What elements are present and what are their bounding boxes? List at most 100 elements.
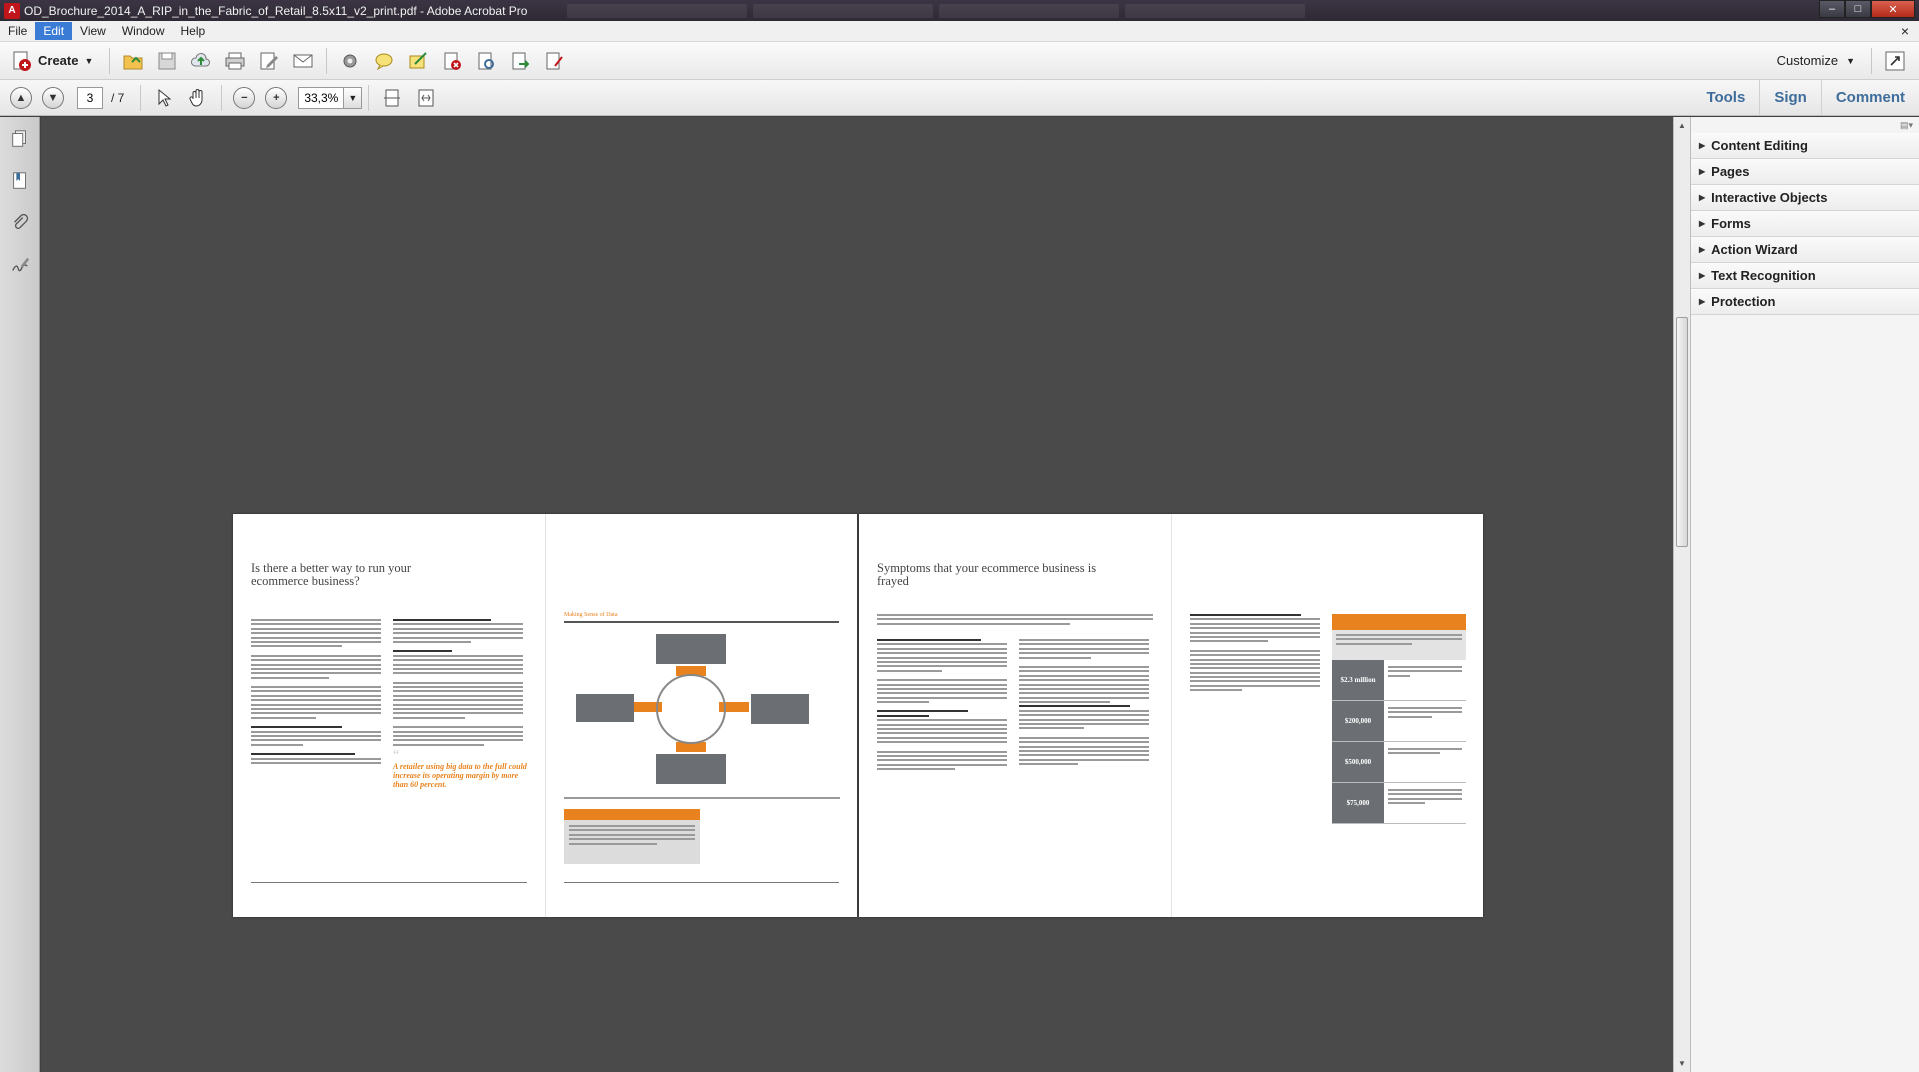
menu-file[interactable]: File — [0, 22, 35, 40]
tab-sign[interactable]: Sign — [1759, 80, 1821, 115]
stamp-icon[interactable] — [542, 49, 566, 73]
create-label: Create — [38, 53, 79, 68]
panel-protection[interactable]: ▶ Protection — [1691, 289, 1919, 315]
table-value: $200,000 — [1332, 701, 1384, 741]
diagram-rule — [564, 621, 839, 623]
scroll-up-arrow-icon[interactable]: ▲ — [1674, 117, 1690, 134]
hand-tool-icon[interactable] — [186, 86, 210, 110]
create-button[interactable]: Create ▼ — [10, 49, 93, 73]
panel-action-wizard[interactable]: ▶ Action Wizard — [1691, 237, 1919, 263]
maximize-button[interactable]: □ — [1845, 0, 1871, 18]
text-column — [1019, 639, 1149, 768]
open-folder-icon[interactable] — [121, 49, 145, 73]
diagram-box — [576, 694, 634, 722]
next-page-button[interactable]: ▼ — [42, 86, 64, 109]
triangle-right-icon: ▶ — [1699, 245, 1706, 254]
table-row: $200,000 — [1332, 701, 1466, 742]
close-window-button[interactable]: ✕ — [1871, 0, 1915, 18]
zoom-level-input[interactable] — [298, 86, 345, 109]
menu-edit[interactable]: Edit — [35, 22, 73, 40]
expand-view-icon[interactable] — [1883, 49, 1907, 73]
table-value: $75,000 — [1332, 783, 1384, 823]
panel-content-editing[interactable]: ▶ Content Editing — [1691, 133, 1919, 159]
menu-help[interactable]: Help — [173, 22, 214, 40]
chevron-down-icon: ▼ — [1846, 55, 1855, 66]
ghost-tab — [567, 3, 748, 18]
page-total: / 7 — [111, 90, 125, 105]
create-pdf-icon — [13, 51, 31, 71]
save-icon[interactable] — [155, 49, 179, 73]
zoom-in-button[interactable]: + — [265, 86, 288, 109]
previous-page-button[interactable]: ▲ — [10, 86, 32, 109]
toolbar-separator — [221, 84, 223, 111]
triangle-right-icon: ▶ — [1699, 271, 1706, 280]
minimize-button[interactable]: – — [1819, 0, 1845, 18]
tab-tools[interactable]: Tools — [1692, 80, 1759, 115]
panel-forms[interactable]: ▶ Forms — [1691, 211, 1919, 237]
cloud-upload-icon[interactable] — [189, 49, 213, 73]
zoom-out-button[interactable]: − — [233, 86, 256, 109]
email-icon[interactable] — [291, 49, 315, 73]
export-icon[interactable] — [508, 49, 532, 73]
main-toolbar: Create ▼ Customize ▼ — [0, 42, 1919, 80]
arrow-down-icon: ▼ — [47, 91, 59, 104]
menu-bar: File Edit View Window Help × — [0, 21, 1919, 42]
select-arrow-icon[interactable] — [152, 86, 176, 110]
footnote-rule — [564, 882, 839, 883]
panel-pages[interactable]: ▶ Pages — [1691, 159, 1919, 185]
zoom-dropdown-button[interactable]: ▼ — [344, 86, 363, 109]
close-document-button[interactable]: × — [1901, 23, 1909, 39]
comment-icon[interactable] — [372, 49, 396, 73]
scroll-down-arrow-icon[interactable]: ▼ — [1674, 1055, 1690, 1072]
panel-item-label: Interactive Objects — [1711, 190, 1828, 205]
panel-text-recognition[interactable]: ▶ Text Recognition — [1691, 263, 1919, 289]
table-header — [1332, 614, 1466, 630]
acrobat-app-icon: A — [4, 2, 20, 19]
figure-caption — [564, 797, 840, 799]
menu-view[interactable]: View — [72, 22, 114, 40]
toolbar-separator — [109, 47, 111, 74]
scan-icon[interactable] — [474, 49, 498, 73]
page-number-input[interactable] — [77, 86, 103, 109]
chevron-down-icon: ▼ — [348, 92, 358, 103]
delete-page-icon[interactable] — [440, 49, 464, 73]
table-row: $2.3 million — [1332, 660, 1466, 701]
intro-paragraph — [877, 614, 1153, 627]
gear-icon[interactable] — [338, 49, 362, 73]
tools-panel: ▤▾ ▶ Content Editing ▶ Pages ▶ Interactive … — [1690, 117, 1919, 1072]
taskbar-ghost-area — [527, 0, 1819, 21]
customize-dropdown[interactable]: Customize ▼ — [1777, 53, 1855, 68]
panel-options-icon[interactable]: ▤▾ — [1691, 117, 1919, 133]
sign-icon[interactable] — [406, 49, 430, 73]
print-icon[interactable] — [223, 49, 247, 73]
panel-item-label: Pages — [1711, 164, 1750, 179]
chevron-down-icon: ▼ — [84, 55, 94, 66]
page-spread-1: Is there a better way to run your ecomme… — [233, 514, 857, 917]
table-row: $500,000 — [1332, 742, 1466, 783]
page-thumbnails-icon[interactable] — [8, 127, 32, 151]
navigation-toolbar: ▲ ▼ / 7 − + ▼ Tools Sign Comment — [0, 80, 1919, 116]
menu-window[interactable]: Window — [114, 22, 173, 40]
document-view[interactable]: Is there a better way to run your ecomme… — [41, 117, 1673, 1072]
customize-label: Customize — [1776, 53, 1839, 68]
page-heading: Symptoms that your ecommerce business is… — [877, 561, 1097, 588]
text-column — [877, 639, 1007, 773]
edit-icon[interactable] — [257, 49, 281, 73]
savings-table: $2.3 million $200,000 $500,000 $75,000 — [1332, 614, 1466, 824]
pdf-page: Is there a better way to run your ecomme… — [233, 514, 545, 917]
fit-page-icon[interactable] — [380, 86, 404, 110]
panel-item-label: Protection — [1711, 294, 1776, 309]
diagram-box — [656, 634, 726, 664]
vertical-scrollbar[interactable]: ▲ ▼ — [1673, 117, 1690, 1072]
panel-item-label: Content Editing — [1711, 138, 1808, 153]
signatures-icon[interactable] — [8, 253, 32, 277]
scrollbar-thumb[interactable] — [1676, 317, 1688, 547]
panel-interactive-objects[interactable]: ▶ Interactive Objects — [1691, 185, 1919, 211]
triangle-right-icon: ▶ — [1699, 297, 1706, 306]
fit-width-icon[interactable] — [414, 86, 438, 110]
tab-comment[interactable]: Comment — [1820, 80, 1919, 115]
page-heading: Is there a better way to run your ecomme… — [251, 561, 412, 588]
ghost-tab — [939, 3, 1120, 18]
bookmarks-icon[interactable] — [8, 169, 32, 193]
attachments-icon[interactable] — [8, 211, 32, 235]
